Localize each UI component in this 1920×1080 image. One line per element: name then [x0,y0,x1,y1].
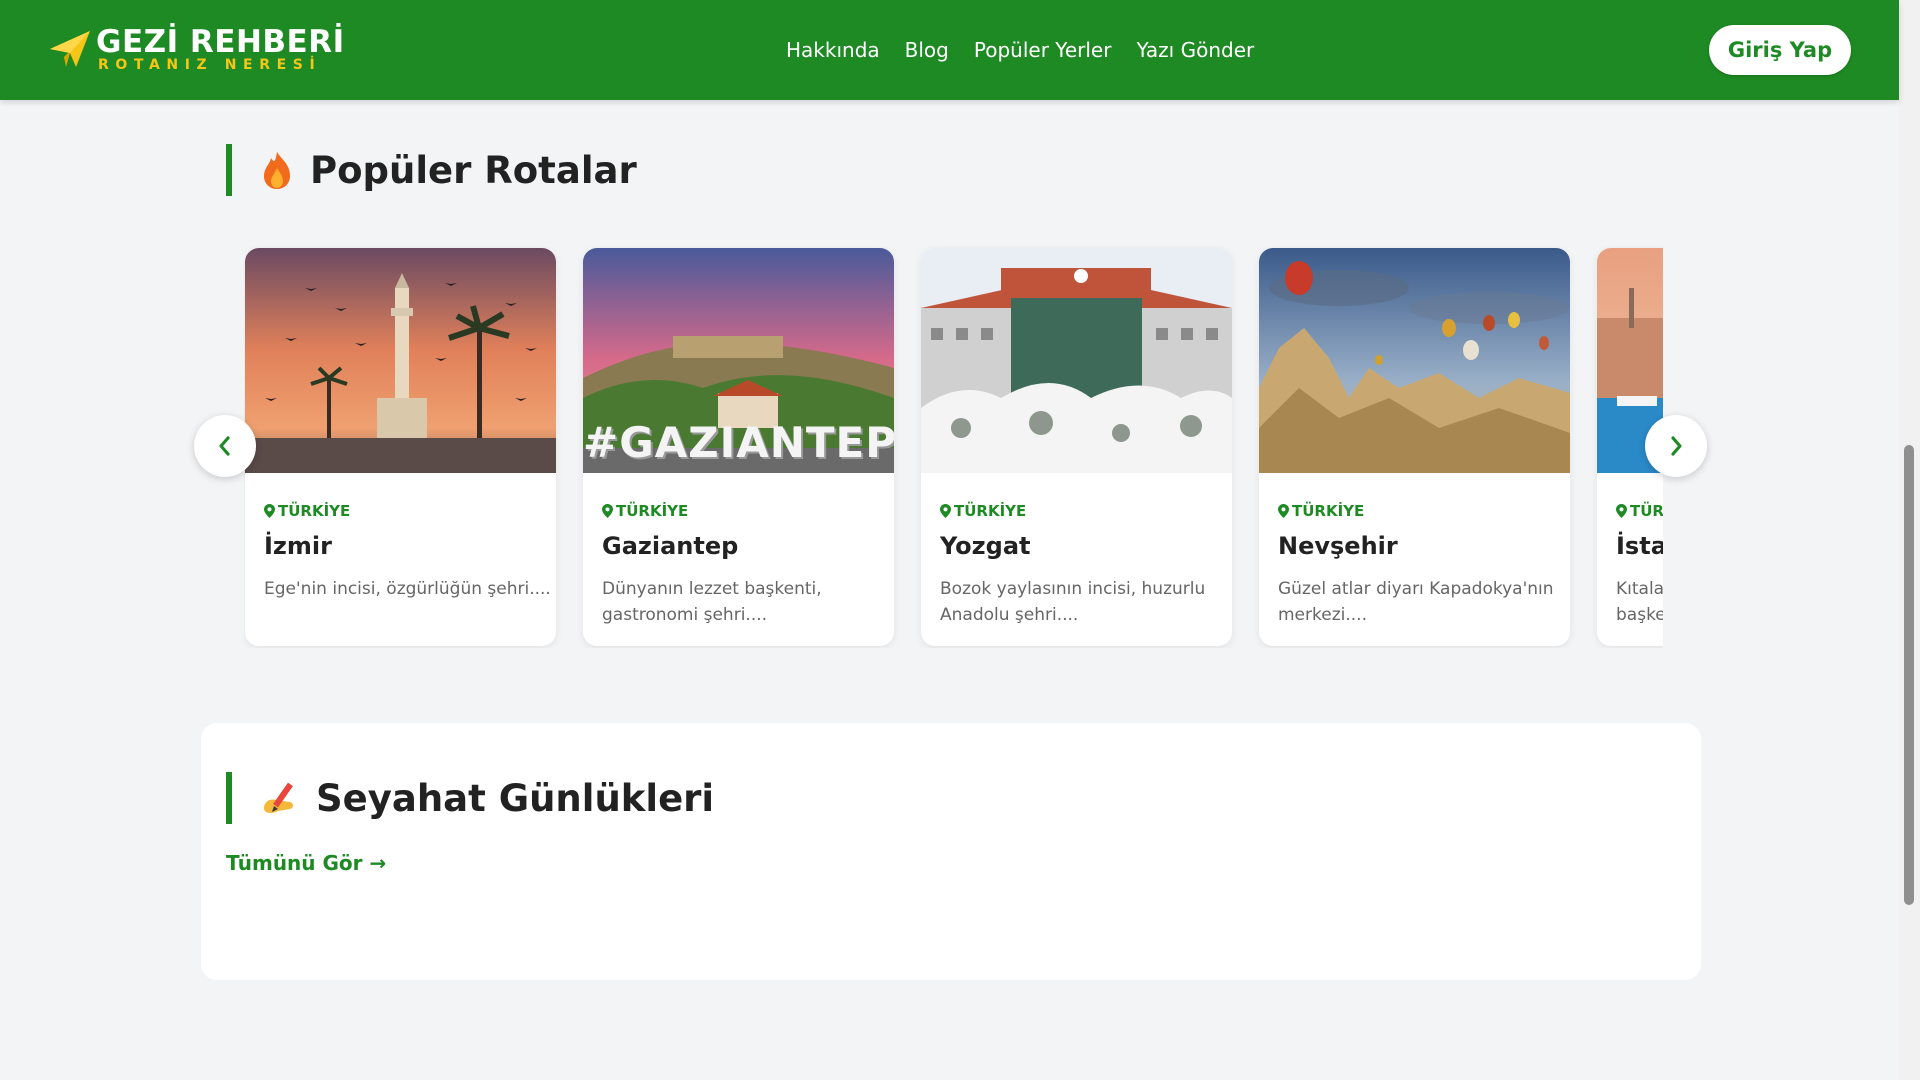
chevron-left-icon [219,436,230,456]
country-label: TÜRKİYE [1630,502,1663,520]
map-pin-icon [602,504,613,518]
card-description: Güzel atlar diyarı Kapadokya'nın merkezi… [1278,579,1554,625]
card-country: TÜRKİYE [940,502,1026,520]
card-title: İstanbul [1616,532,1663,560]
nav-link-hakkinda[interactable]: Hakkında [786,38,880,62]
travel-diaries-title: Seyahat Günlükleri [316,776,715,820]
site-header: GEZİ REHBERİ ROTANIZ NERESİ Hakkında Blo… [0,0,1899,100]
page-scrollbar[interactable] [1899,0,1920,1080]
card-title: Yozgat [940,532,1031,560]
popular-routes-title: Popüler Rotalar [310,148,637,192]
site-logo[interactable]: GEZİ REHBERİ ROTANIZ NERESİ [48,26,345,72]
card-country: TÜRKİYE [1616,502,1663,520]
route-image-yozgat [921,248,1232,473]
main-nav: Hakkında Blog Popüler Yerler Yazı Gönder [786,38,1279,62]
heading-accent-bar [226,772,232,824]
see-all-link[interactable]: Tümünü Gör → [226,851,386,875]
login-button[interactable]: Giriş Yap [1709,25,1851,75]
card-description: Bozok yaylasının incisi, huzurlu Anadolu… [940,579,1206,625]
nav-link-blog[interactable]: Blog [905,38,949,62]
gaziantep-sign: #GAZIANTEP [583,418,894,467]
card-country: TÜRKİYE [1278,502,1364,520]
route-card-yozgat[interactable]: TÜRKİYE Yozgat Bozok yaylasının incisi, … [921,248,1232,646]
card-title: Nevşehir [1278,532,1398,560]
routes-carousel: TÜRKİYE İzmir Ege'nin incisi, özgürlüğün… [244,246,1663,648]
map-pin-icon [264,504,275,518]
carousel-next-button[interactable] [1645,415,1707,477]
country-label: TÜRKİYE [616,502,689,520]
route-image-izmir [245,248,556,473]
route-image-gaziantep: #GAZIANTEP [583,248,894,473]
map-pin-icon [1616,504,1627,518]
logo-title: GEZİ REHBERİ [96,24,345,60]
heading-accent-bar [226,144,232,196]
logo-subtitle: ROTANIZ NERESİ [98,57,322,73]
travel-diaries-heading: Seyahat Günlükleri [226,772,714,824]
carousel-prev-button[interactable] [194,415,256,477]
popular-routes-heading: Popüler Rotalar [226,144,637,196]
route-card-gaziantep[interactable]: #GAZIANTEP TÜRKİYE Gaziantep Dünyanın le… [583,248,894,646]
card-description: Ege'nin incisi, özgürlüğün şehri.... [264,579,551,599]
route-card-izmir[interactable]: TÜRKİYE İzmir Ege'nin incisi, özgürlüğün… [245,248,556,646]
chevron-right-icon [1671,436,1682,456]
map-pin-icon [940,504,951,518]
nav-link-populer-yerler[interactable]: Popüler Yerler [974,38,1112,62]
card-description: Kıtaları birleştiren şehir, kültür başke… [1616,579,1663,625]
card-title: İzmir [264,532,332,560]
country-label: TÜRKİYE [278,502,351,520]
route-card-nevsehir[interactable]: TÜRKİYE Nevşehir Güzel atlar diyarı Kapa… [1259,248,1570,646]
card-title: Gaziantep [602,532,739,560]
writing-hand-icon [264,782,293,813]
country-label: TÜRKİYE [954,502,1027,520]
card-description: Dünyanın lezzet başkenti, gastronomi şeh… [602,579,822,625]
country-label: TÜRKİYE [1292,502,1365,520]
nav-link-yazi-gonder[interactable]: Yazı Gönder [1136,38,1254,62]
map-pin-icon [1278,504,1289,518]
card-country: TÜRKİYE [264,502,350,520]
travel-diaries-panel [201,723,1701,980]
paper-plane-icon [50,31,90,67]
scrollbar-thumb[interactable] [1904,445,1914,905]
fire-icon [264,152,290,189]
card-country: TÜRKİYE [602,502,688,520]
route-image-nevsehir [1259,248,1570,473]
